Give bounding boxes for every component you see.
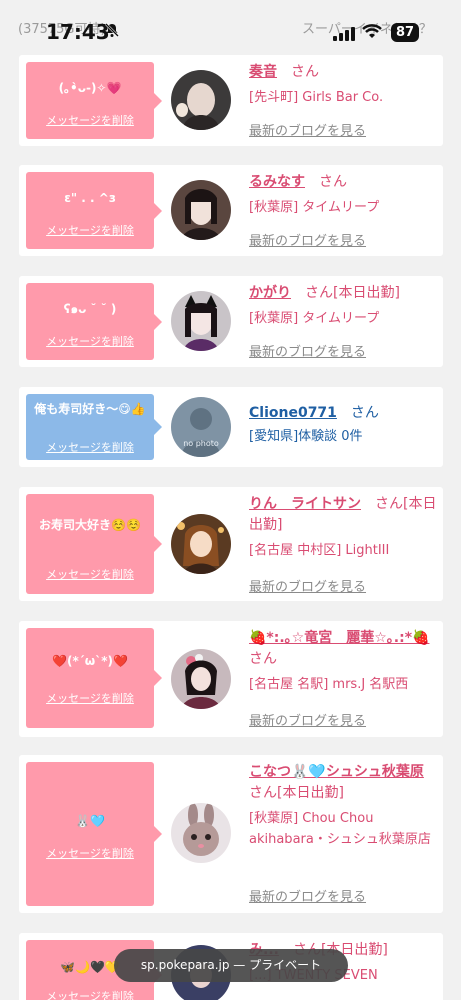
- profile-name-link[interactable]: 奏音: [249, 64, 277, 80]
- message-text: (｡•̀ᴗ-)✧💗: [58, 81, 122, 95]
- shop-text: [秋葉原] Chou Chou akihabara・シュシュ秋葉原店: [249, 811, 431, 847]
- latest-blog-link[interactable]: 最新のブログを見る: [249, 341, 366, 360]
- latest-blog-link[interactable]: 最新のブログを見る: [249, 230, 366, 249]
- message-bubble: 🐰🩵 メッセージを削除: [26, 762, 162, 906]
- list-item: ʕ๑ᴗ ˘ ˘ ) メッセージを削除 かがり さん[本日出勤] [秋葉原] タイ…: [19, 276, 443, 367]
- signal-icon: [333, 26, 355, 45]
- message-text: 俺も寿司好き〜😋👍: [34, 402, 146, 416]
- list-item: 🐰🩵 メッセージを削除 こなつ🐰🩵シュシュ秋葉原 さん[本日出勤] [秋葉原] …: [19, 755, 443, 913]
- delete-message-link[interactable]: メッセージを削除: [26, 988, 154, 1000]
- delete-message-link[interactable]: メッセージを削除: [26, 439, 154, 455]
- avatar[interactable]: [171, 291, 231, 351]
- wifi-icon: [362, 24, 382, 44]
- clock: 17:43: [46, 20, 110, 44]
- list-item: (｡•̀ᴗ-)✧💗 メッセージを削除 奏音 さん [先斗町] Girls Bar…: [19, 55, 443, 146]
- avatar[interactable]: [171, 649, 231, 709]
- message-text: ε" . . ^з: [64, 191, 116, 205]
- shop-text: [名古屋 中村区] LightIII: [249, 543, 390, 558]
- honorific-text: さん: [291, 64, 319, 80]
- message-text: お寿司大好き☺️☺️: [39, 518, 141, 532]
- profile-name-link[interactable]: Clione0771: [249, 405, 337, 421]
- review-count-text: [愛知県]体験談 0件: [249, 429, 363, 444]
- profile-name-link[interactable]: 🍓*:.｡☆竜宮 麗華☆｡.:*🍓: [249, 630, 429, 646]
- message-bubble: ʕ๑ᴗ ˘ ˘ ) メッセージを削除: [26, 283, 162, 360]
- message-text: 🐰🩵: [75, 814, 105, 828]
- latest-blog-link[interactable]: 最新のブログを見る: [249, 886, 366, 905]
- message-bubble: ε" . . ^з メッセージを削除: [26, 172, 162, 249]
- latest-blog-link[interactable]: 最新のブログを見る: [249, 120, 366, 139]
- shop-text: [秋葉原] タイムリープ: [249, 311, 380, 326]
- battery-indicator: 87: [391, 23, 419, 42]
- status-text: さん[本日出勤]: [305, 285, 400, 301]
- bell-muted-icon: [104, 22, 120, 42]
- message-text: ʕ๑ᴗ ˘ ˘ ): [63, 302, 117, 316]
- latest-blog-link[interactable]: 最新のブログを見る: [249, 710, 366, 729]
- profile-name-link[interactable]: かがり: [249, 285, 291, 301]
- honorific-text: さん: [350, 405, 379, 421]
- status-text: さん[本日出勤]: [249, 785, 344, 801]
- profile-name-link[interactable]: りん ライトサン: [249, 496, 361, 512]
- shop-text: [名古屋 名駅] mrs.J 名駅西: [249, 677, 409, 692]
- list-item: お寿司大好き☺️☺️ メッセージを削除 りん ライトサン さん[本日出勤] [名…: [19, 487, 443, 601]
- delete-message-link[interactable]: メッセージを削除: [26, 845, 154, 861]
- avatar[interactable]: [171, 514, 231, 574]
- message-bubble: (｡•̀ᴗ-)✧💗 メッセージを削除: [26, 62, 162, 139]
- url-bar[interactable]: sp.pokepara.jp — プライベート: [114, 949, 348, 982]
- delete-message-link[interactable]: メッセージを削除: [26, 566, 154, 582]
- message-bubble: ❤️(*´ω`*)❤️ メッセージを削除: [26, 628, 162, 728]
- shop-text: [秋葉原] タイムリープ: [249, 200, 380, 215]
- delete-message-link[interactable]: メッセージを削除: [26, 222, 154, 238]
- avatar[interactable]: [171, 180, 231, 240]
- url-text: sp.pokepara.jp — プライベート: [140, 958, 322, 972]
- avatar[interactable]: [171, 803, 231, 863]
- status-bar: (37575G可持) スーパーイイネとは？ 17:43 87: [0, 0, 461, 52]
- profile-name-link[interactable]: るみなす: [249, 174, 305, 190]
- delete-message-link[interactable]: メッセージを削除: [26, 333, 154, 349]
- list-item: 俺も寿司好き〜😋👍 メッセージを削除 no photo Clione0771 さ…: [19, 387, 443, 467]
- honorific-text: さん: [249, 651, 277, 667]
- message-bubble: 俺も寿司好き〜😋👍 メッセージを削除: [26, 394, 162, 460]
- latest-blog-link[interactable]: 最新のブログを見る: [249, 576, 366, 595]
- delete-message-link[interactable]: メッセージを削除: [26, 112, 154, 128]
- honorific-text: さん: [319, 174, 347, 190]
- shop-text: [先斗町] Girls Bar Co.: [249, 90, 384, 105]
- no-photo-avatar[interactable]: no photo: [171, 397, 231, 457]
- list-item: ε" . . ^з メッセージを削除 るみなす さん [秋葉原] タイムリープ …: [19, 165, 443, 256]
- message-bubble: お寿司大好き☺️☺️ メッセージを削除: [26, 494, 162, 594]
- message-text: ❤️(*´ω`*)❤️: [52, 654, 128, 668]
- list-item: ❤️(*´ω`*)❤️ メッセージを削除 🍓*:.｡☆竜宮 麗華☆｡.:*🍓 さ…: [19, 621, 443, 737]
- avatar[interactable]: [171, 70, 231, 130]
- no-photo-label: no photo: [183, 439, 219, 448]
- delete-message-link[interactable]: メッセージを削除: [26, 690, 154, 706]
- profile-name-link[interactable]: こなつ🐰🩵シュシュ秋葉原: [249, 764, 424, 780]
